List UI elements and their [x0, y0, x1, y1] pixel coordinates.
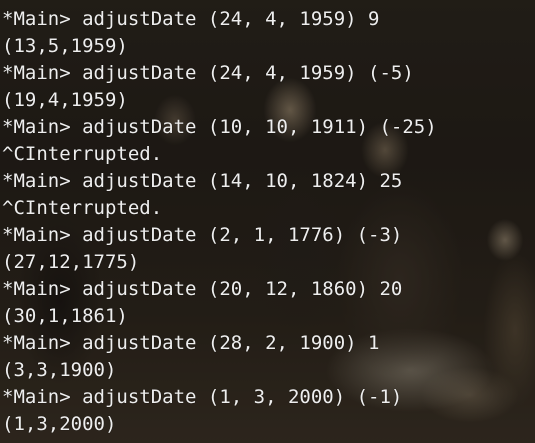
terminal-output-line: (3,3,1900) — [2, 359, 117, 381]
terminal-prompt-line: *Main> adjustDate (24, 4, 1959) (-5) — [2, 62, 414, 84]
terminal-output-line: ^CInterrupted. — [2, 197, 163, 219]
terminal-prompt-line: *Main> adjustDate (14, 10, 1824) 25 — [2, 170, 403, 192]
terminal-prompt-line: *Main> adjustDate (2, 1, 1776) (-3) — [2, 224, 403, 246]
terminal-output-line: (13,5,1959) — [2, 35, 128, 57]
terminal-output-line: (19,4,1959) — [2, 89, 128, 111]
terminal-output-line: (30,1,1861) — [2, 305, 128, 327]
terminal-prompt-line: *Main> adjustDate (24, 4, 1959) 9 — [2, 8, 380, 30]
terminal-output-line: ^CInterrupted. — [2, 143, 163, 165]
terminal-prompt-line: *Main> adjustDate (10, 10, 1911) (-25) — [2, 116, 437, 138]
terminal-prompt-line: *Main> adjustDate (20, 12, 1860) 20 — [2, 278, 403, 300]
terminal-output-line: (1,3,2000) — [2, 413, 117, 435]
terminal-prompt-line: *Main> adjustDate (28, 2, 1900) 1 — [2, 332, 380, 354]
terminal-output-line: (27,12,1775) — [2, 251, 140, 273]
terminal-window[interactable]: *Main> adjustDate (24, 4, 1959) 9 (13,5,… — [0, 0, 535, 443]
terminal-prompt-line: *Main> adjustDate (1, 3, 2000) (-1) — [2, 386, 403, 408]
